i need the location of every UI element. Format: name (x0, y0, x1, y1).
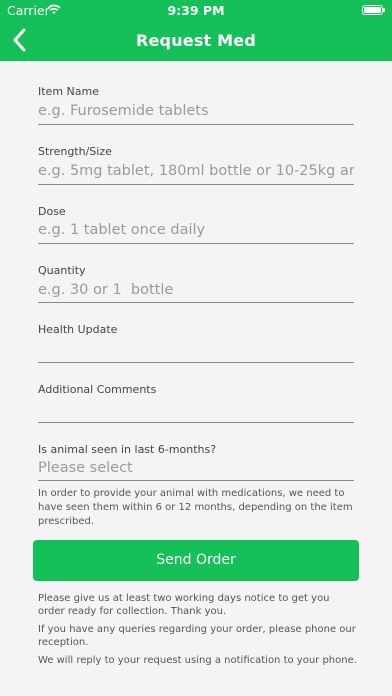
item-name-input[interactable] (38, 100, 354, 122)
health-update-field-wrap (38, 340, 354, 363)
comments-input[interactable] (38, 400, 354, 422)
dose-input[interactable] (38, 219, 354, 241)
header-bar: Carrier 9:39 PM Request Med (0, 0, 392, 61)
dose-field-wrap (38, 219, 354, 244)
strength-input[interactable] (38, 160, 354, 182)
seen-select[interactable] (38, 457, 354, 479)
seen-label: Is animal seen in last 6-months? (38, 443, 217, 456)
battery-icon (362, 5, 385, 15)
page-title: Request Med (135, 31, 257, 50)
send-order-button[interactable]: Send Order (33, 540, 359, 581)
comments-label: Additional Comments (38, 383, 157, 396)
footer-note-queries: If you have any queries regarding your o… (38, 624, 356, 648)
health-update-input[interactable] (38, 340, 354, 362)
footer-note-notification: We will reply to your request using a no… (38, 655, 357, 666)
status-bar: Carrier 9:39 PM (0, 0, 392, 20)
seen-field-wrap (38, 457, 354, 481)
quantity-field-wrap (38, 279, 354, 303)
seen-note: In order to provide your animal with med… (38, 488, 353, 527)
clock: 9:39 PM (167, 3, 225, 18)
footer-note-collection: Please give us at least two working days… (38, 593, 330, 617)
strength-field-wrap (38, 160, 354, 185)
comments-field-wrap (38, 400, 354, 423)
quantity-input[interactable] (38, 279, 354, 301)
dose-label: Dose (38, 205, 66, 218)
strength-label: Strength/Size (38, 145, 112, 158)
health-update-label: Health Update (38, 323, 118, 336)
quantity-label: Quantity (38, 264, 86, 277)
item-name-label: Item Name (38, 85, 99, 98)
item-name-field-wrap (38, 100, 354, 125)
